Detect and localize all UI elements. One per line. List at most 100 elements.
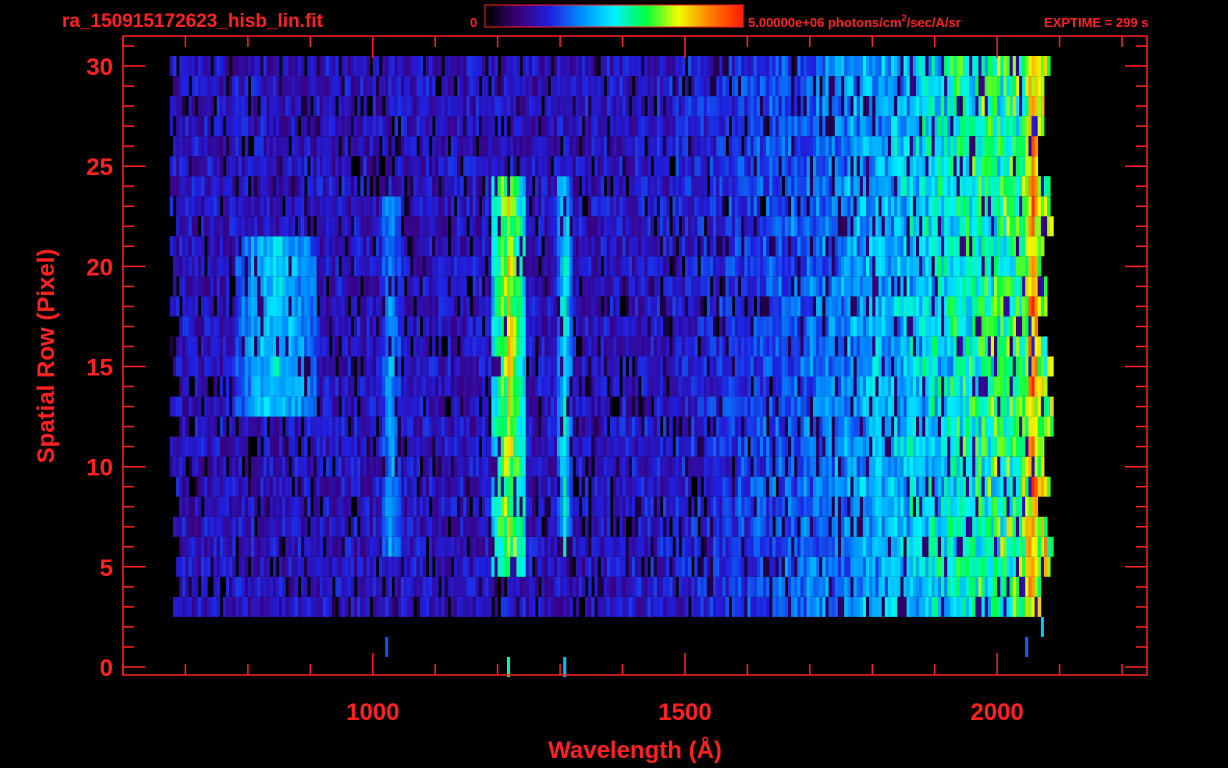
heatmap-cell: [194, 376, 199, 397]
heatmap-cell: [644, 556, 648, 577]
heatmap-cell: [1012, 456, 1017, 477]
heatmap-cell: [725, 336, 729, 357]
heatmap-cell: [1037, 596, 1042, 617]
heatmap-cell: [400, 416, 405, 437]
heatmap-cell: [254, 296, 258, 317]
heatmap-cell: [781, 456, 786, 477]
heatmap-cell: [357, 236, 361, 257]
heatmap-cell: [875, 436, 879, 457]
heatmap-cell: [269, 416, 274, 437]
heatmap-cell: [316, 256, 321, 277]
heatmap-cell: [816, 376, 820, 397]
heatmap-cell: [678, 576, 683, 597]
heatmap-cell: [347, 536, 352, 557]
heatmap-cell: [1003, 456, 1007, 477]
heatmap-cell: [457, 396, 461, 417]
heatmap-cell: [581, 316, 586, 337]
heatmap-cell: [282, 276, 286, 297]
heatmap-cell: [438, 316, 442, 337]
heatmap-cell: [747, 296, 751, 317]
heatmap-cell: [244, 596, 249, 617]
heatmap-cell: [516, 576, 520, 597]
heatmap-cell: [819, 556, 823, 577]
heatmap-cell: [844, 456, 848, 477]
heatmap-cell: [210, 296, 214, 317]
heatmap-cell: [941, 416, 945, 437]
heatmap-cell: [931, 396, 936, 417]
heatmap-cell: [288, 496, 292, 517]
heatmap-cell: [572, 296, 577, 317]
heatmap-cell: [560, 576, 564, 597]
heatmap-cell: [862, 436, 867, 457]
heatmap-cell: [937, 396, 942, 417]
heatmap-cell: [750, 296, 754, 317]
heatmap-cell: [816, 596, 820, 617]
heatmap-cell: [347, 496, 352, 517]
heatmap-cell: [307, 296, 311, 317]
heatmap-cell: [756, 416, 761, 437]
heatmap-cell: [469, 436, 473, 457]
heatmap-cell: [947, 396, 951, 417]
heatmap-cell: [1037, 556, 1042, 577]
heatmap-cell: [981, 576, 985, 597]
heatmap-cell: [279, 256, 283, 277]
heatmap-cell: [956, 356, 961, 377]
heatmap-cell: [660, 356, 664, 377]
heatmap-cell: [572, 436, 577, 457]
heatmap-cell: [747, 596, 751, 617]
heatmap-cell: [500, 556, 505, 577]
heatmap-cell: [716, 256, 720, 277]
heatmap-cell: [553, 476, 558, 497]
heatmap-cell: [304, 436, 308, 457]
heatmap-cell: [229, 496, 233, 517]
heatmap-cell: [322, 436, 327, 457]
heatmap-cell: [912, 576, 917, 597]
heatmap-cell: [937, 576, 942, 597]
heatmap-cell: [407, 376, 411, 397]
heatmap-cell: [357, 256, 361, 277]
heatmap-cell: [557, 396, 561, 417]
heatmap-cell: [666, 496, 670, 517]
heatmap-cell: [400, 576, 405, 597]
heatmap-cell: [244, 496, 249, 517]
heatmap-cell: [453, 556, 458, 577]
heatmap-cell: [432, 236, 436, 257]
heatmap-cell: [485, 516, 489, 537]
heatmap-cell: [953, 336, 957, 357]
heatmap-cell: [769, 596, 773, 617]
heatmap-cell: [688, 276, 692, 297]
heatmap-cell: [525, 556, 530, 577]
heatmap-cell: [728, 516, 733, 537]
heatmap-cell: [291, 576, 296, 597]
heatmap-cell: [332, 536, 336, 557]
heatmap-cell: [813, 376, 817, 397]
heatmap-cell: [919, 296, 923, 317]
heatmap-cell: [585, 276, 589, 297]
heatmap-cell: [619, 516, 623, 537]
heatmap-cell: [547, 496, 552, 517]
heatmap-cell: [1006, 276, 1010, 297]
heatmap-cell: [953, 576, 957, 597]
heatmap-cell: [722, 496, 726, 517]
heatmap-cell: [251, 476, 255, 497]
heatmap-cell: [619, 336, 623, 357]
heatmap-cell: [794, 256, 798, 277]
heatmap-cell: [887, 436, 892, 457]
heatmap-cell: [182, 476, 186, 497]
heatmap-cell: [666, 416, 670, 437]
heatmap-cell: [232, 436, 236, 457]
heatmap-cell: [532, 276, 536, 297]
heatmap-cell: [850, 536, 854, 557]
heatmap-cell: [201, 416, 205, 437]
heatmap-cell: [210, 436, 214, 457]
heatmap-cell: [329, 396, 333, 417]
heatmap-cell: [463, 456, 467, 477]
heatmap-cell: [669, 496, 673, 517]
heatmap-cell: [282, 316, 286, 337]
heatmap-cell: [628, 376, 633, 397]
heatmap-cell: [881, 276, 886, 297]
heatmap-cell: [741, 276, 745, 297]
heatmap-cell: [413, 396, 417, 417]
heatmap-cell: [969, 436, 973, 457]
heatmap-cell: [310, 296, 314, 317]
